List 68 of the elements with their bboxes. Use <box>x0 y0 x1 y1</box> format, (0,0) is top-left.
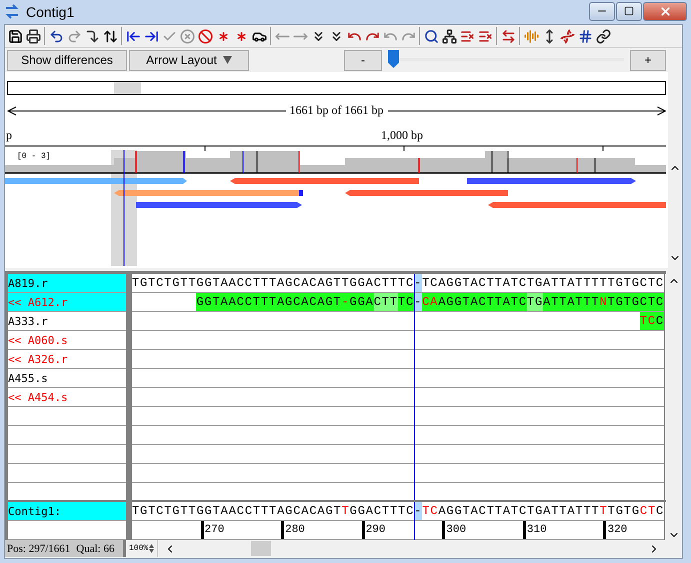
print-icon[interactable] <box>26 28 40 44</box>
sequence-text: GGTAACCTTTAGCACAGT <box>196 293 342 311</box>
sequence-text: TGTG <box>608 503 640 520</box>
zoom-out-button[interactable]: - <box>344 50 382 70</box>
sequence-text: TGTCTGTTGGTAACCTTTAGCACAGT <box>132 503 342 520</box>
contig-name[interactable]: Contig1: <box>8 502 126 521</box>
close-icon <box>658 4 672 18</box>
right-arrow-icon[interactable] <box>144 28 158 44</box>
list-x-icon[interactable] <box>460 28 474 44</box>
ruler-tick-label: 310 <box>522 521 604 539</box>
sequence-text: AGGTACTTATC <box>438 293 527 311</box>
sequence-text: T <box>342 503 350 520</box>
coverage-scale-label: [0 - 3] <box>17 152 51 161</box>
zoom-in-button[interactable]: + <box>630 50 666 70</box>
undo-icon[interactable] <box>48 28 64 44</box>
spinner-arrows-icon[interactable] <box>149 544 154 553</box>
maximize-icon <box>624 6 634 16</box>
caret-icon <box>222 56 232 64</box>
corner-arrow-icon[interactable] <box>84 28 100 44</box>
read-name[interactable]: A819.r <box>8 274 126 293</box>
link-icon[interactable] <box>596 28 610 44</box>
sequence-text: TCAGGTACTTATCTGATTATTTTTGTGCTC <box>422 275 664 292</box>
scroll-thumb[interactable] <box>251 541 272 556</box>
sequence-text: AGGTACTTATCTGATTATTT <box>438 503 600 520</box>
sequence-text: N <box>599 293 608 311</box>
sequence-text: TC <box>640 312 656 330</box>
ruler-tick-label: 300 <box>442 521 523 539</box>
sequence-text: - <box>341 293 350 311</box>
sequence-text: TC <box>422 503 438 520</box>
close-button[interactable] <box>643 2 687 20</box>
ruler-label: 1,000 bp <box>381 128 423 143</box>
span-label: 1661 bp of 1661 bp <box>290 103 384 118</box>
maximize-button[interactable] <box>616 2 642 20</box>
layout-dropdown[interactable]: Arrow Layout <box>129 50 249 70</box>
sequence-text: TGTCTGTTGGTAACCTTTAGCACAGTTGGACTTTC <box>132 275 414 292</box>
ruler-label: p <box>6 128 12 143</box>
zoom-slider[interactable] <box>388 50 624 70</box>
sequence-text: CT <box>640 503 656 520</box>
sequence-text: TGTGCTC <box>608 293 664 311</box>
save-icon[interactable] <box>8 28 22 44</box>
view-highlight <box>114 82 141 94</box>
arrows-icon[interactable] <box>500 28 516 44</box>
zoom-spinner[interactable]: 100% <box>126 540 158 557</box>
slider-thumb[interactable] <box>388 50 399 68</box>
sequence-text: TC <box>398 293 414 311</box>
sequence-text: CTT <box>374 293 398 311</box>
cursor-line <box>414 502 415 540</box>
ruler-tick-label: 280 <box>281 521 362 539</box>
tree-icon[interactable] <box>442 28 456 44</box>
quality-status: Qual: 66 <box>76 542 114 554</box>
sequence-text: TG <box>526 293 544 311</box>
sequence-text: CA <box>422 293 438 311</box>
sequence-text: T <box>600 503 608 520</box>
sequence-text: ATTATTT <box>543 293 600 311</box>
hash-icon[interactable] <box>578 28 592 44</box>
arrows-app-icon <box>4 4 20 20</box>
left-arrow-icon[interactable] <box>126 28 140 44</box>
show-differences-button[interactable]: Show differences <box>7 50 127 70</box>
ban-icon[interactable] <box>198 28 212 44</box>
sequence-text: GGA <box>350 293 374 311</box>
window-title: Contig1 <box>26 4 76 20</box>
position-status: Pos: 297/1661 <box>7 542 70 554</box>
search-icon[interactable] <box>424 28 438 44</box>
dna-icon[interactable] <box>560 28 574 44</box>
sequence-text: C <box>656 503 664 520</box>
vertical-arrows-icon[interactable] <box>102 28 118 44</box>
sequence-text: GGACTTTC <box>350 503 414 520</box>
list-x-icon[interactable] <box>478 28 492 44</box>
